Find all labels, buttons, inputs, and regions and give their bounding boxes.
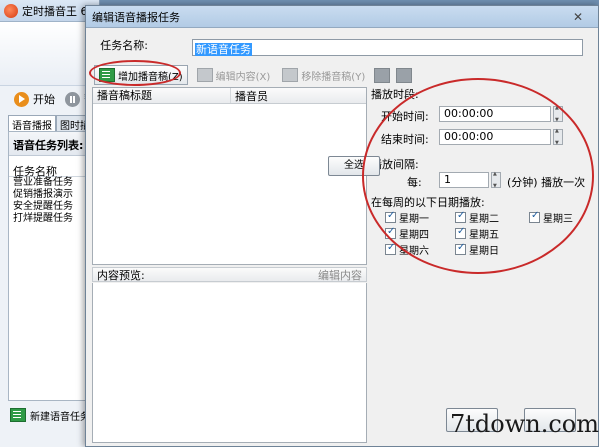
script-list[interactable]: 播音稿标题 播音员 — [92, 87, 367, 265]
tuesday-label: 星期二 — [469, 214, 499, 225]
preview-bar: 内容预览: 编辑内容 — [92, 267, 367, 282]
play-icon[interactable] — [14, 91, 29, 107]
dialog-titlebar: 编辑语音播报任务 — [86, 6, 598, 28]
move-up-icon[interactable] — [374, 67, 391, 83]
task-name-label: 任务名称: — [100, 39, 148, 52]
schedule-settings: 播放时段: 开始时间: 00:00:00 结束时间: 00:00:00 播放间隔… — [369, 84, 599, 444]
checkbox-box[interactable] — [385, 242, 396, 255]
edit-content-label: 编辑内容(X) — [215, 71, 271, 83]
script-title-column[interactable]: 播音稿标题 — [93, 88, 231, 103]
wednesday-label: 星期三 — [543, 214, 573, 225]
thursday-label: 星期四 — [399, 230, 429, 241]
script-toolbar: 增加播音稿(Z) 编辑内容(X) 移除播音稿(Y) — [94, 64, 413, 86]
every-label: 每: — [407, 176, 422, 189]
monday-label: 星期一 — [399, 214, 429, 225]
select-all-button[interactable]: 全选 — [328, 156, 380, 176]
add-script-label: 增加播音稿(Z) — [118, 71, 183, 83]
edit-content-button[interactable]: 编辑内容(X) — [194, 65, 274, 85]
play-period-title: 播放时段: — [371, 88, 419, 101]
task-name-value: 新语音任务 — [195, 43, 252, 56]
app-logo-icon — [4, 3, 18, 18]
interval-input[interactable]: 1 — [439, 172, 489, 188]
add-script-icon — [99, 68, 115, 82]
watermark: 7tdown.com — [450, 410, 599, 438]
new-voice-task-label: 新建语音任务 — [30, 411, 90, 423]
pause-icon[interactable] — [65, 91, 80, 107]
checkbox-box[interactable] — [529, 210, 540, 223]
script-list-header: 播音稿标题 播音员 — [93, 88, 366, 104]
end-time-spinner[interactable] — [553, 128, 563, 146]
remove-script-label: 移除播音稿(Y) — [301, 71, 366, 83]
thursday-checkbox[interactable]: 星期四 — [385, 226, 429, 241]
move-down-icon[interactable] — [396, 67, 413, 83]
saturday-checkbox[interactable]: 星期六 — [385, 242, 429, 257]
sunday-checkbox[interactable]: 星期日 — [455, 242, 499, 257]
dialog-title: 编辑语音播报任务 — [92, 10, 180, 24]
edit-icon — [196, 68, 213, 82]
add-task-icon — [10, 408, 26, 422]
close-icon[interactable]: ✕ — [566, 9, 590, 25]
start-button-label[interactable]: 开始 — [33, 91, 55, 107]
task-name-row: 任务名称: — [92, 37, 148, 53]
interval-spinner[interactable] — [491, 171, 501, 189]
reader-column[interactable]: 播音员 — [231, 88, 268, 104]
checkbox-box[interactable] — [455, 210, 466, 223]
tab-voice-broadcast[interactable]: 语音播报 — [8, 115, 56, 132]
start-time-label: 开始时间: — [381, 110, 429, 123]
task-name-input[interactable]: 新语音任务 — [192, 39, 583, 56]
remove-icon — [282, 68, 299, 82]
checkbox-box[interactable] — [455, 226, 466, 239]
friday-checkbox[interactable]: 星期五 — [455, 226, 499, 241]
checkbox-box[interactable] — [455, 242, 466, 255]
wednesday-checkbox[interactable]: 星期三 — [529, 210, 573, 225]
edit-voice-task-dialog: 编辑语音播报任务 ✕ 任务名称: 新语音任务 增加播音稿(Z) 编辑内容(X) … — [85, 5, 599, 447]
checkbox-box[interactable] — [385, 226, 396, 239]
saturday-label: 星期六 — [399, 246, 429, 257]
friday-label: 星期五 — [469, 230, 499, 241]
start-time-input[interactable]: 00:00:00 — [439, 106, 551, 122]
interval-unit-label: (分钟) 播放一次 — [507, 176, 586, 189]
tuesday-checkbox[interactable]: 星期二 — [455, 210, 499, 225]
sunday-label: 星期日 — [469, 246, 499, 257]
add-script-button[interactable]: 增加播音稿(Z) — [94, 65, 188, 85]
preview-label: 内容预览: — [97, 268, 145, 282]
remove-script-button[interactable]: 移除播音稿(Y) — [279, 65, 368, 85]
weekdays-title: 在每周的以下日期播放: — [371, 196, 485, 209]
monday-checkbox[interactable]: 星期一 — [385, 210, 429, 225]
end-time-label: 结束时间: — [381, 133, 429, 146]
preview-edit-link[interactable]: 编辑内容 — [318, 267, 362, 283]
checkbox-box[interactable] — [385, 210, 396, 223]
content-preview-area — [92, 283, 367, 443]
end-time-input[interactable]: 00:00:00 — [439, 129, 551, 145]
start-time-spinner[interactable] — [553, 105, 563, 123]
